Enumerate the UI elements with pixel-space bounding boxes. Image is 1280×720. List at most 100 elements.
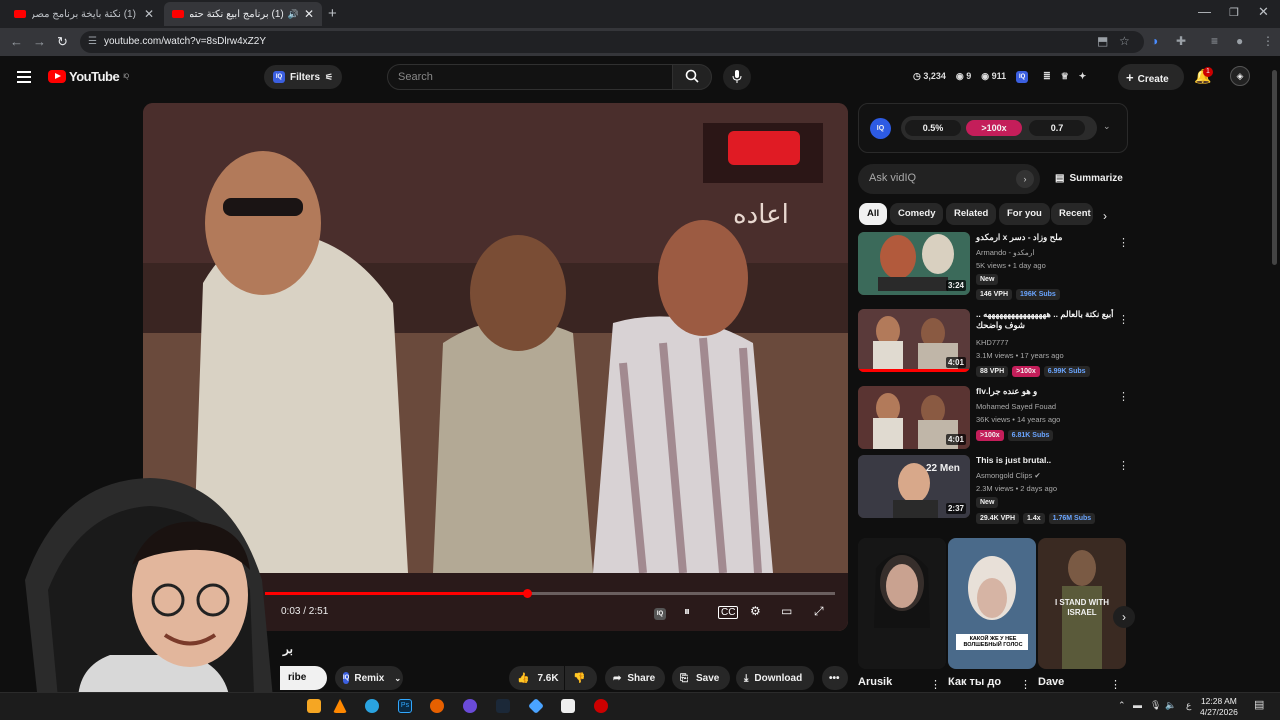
- vidiq-player-icon[interactable]: IQ: [654, 604, 671, 620]
- forward-icon[interactable]: →: [33, 34, 46, 49]
- reload-icon[interactable]: ↻: [57, 34, 68, 50]
- video-title[interactable]: أبيع نكتة بالعالم .. ههههههههههههههههه .…: [976, 309, 1116, 331]
- summarize-button[interactable]: ▤ Summarize: [1055, 173, 1123, 184]
- video-thumbnail[interactable]: 3:24: [858, 232, 970, 295]
- seek-bar[interactable]: [265, 589, 835, 598]
- vidiq-icon[interactable]: IQ: [1016, 71, 1029, 83]
- vidiq-metric[interactable]: 0.7: [1029, 120, 1085, 136]
- restore-icon[interactable]: ❐: [1229, 6, 1239, 19]
- chip-scroll-right-icon[interactable]: ›: [1103, 209, 1107, 223]
- magic-icon[interactable]: ✦: [1079, 71, 1087, 83]
- vidiq-metric[interactable]: 0.5%: [905, 120, 961, 136]
- steam-icon[interactable]: [496, 699, 510, 713]
- fullscreen-icon[interactable]: ⤢: [814, 604, 824, 619]
- short-title[interactable]: Dave: [1038, 676, 1064, 688]
- firefox-icon[interactable]: [430, 699, 444, 713]
- channel-name[interactable]: Mohamed Sayed Fouad: [976, 402, 1056, 411]
- short-title[interactable]: Как ты до: [948, 676, 1001, 688]
- save-button[interactable]: ⎘ Save: [672, 666, 730, 690]
- more-actions-button[interactable]: •••: [822, 666, 848, 690]
- list-item[interactable]: 3:24 ملح وزاد - دسر x ارمكدو Armando - ا…: [858, 232, 1129, 300]
- share-button[interactable]: ➦ Share: [605, 666, 665, 690]
- chip-comedy[interactable]: Comedy: [890, 203, 944, 225]
- vidiq-logo-icon[interactable]: IQ: [870, 118, 891, 139]
- microphone-tray-icon[interactable]: 🎙: [1150, 700, 1161, 711]
- page-scrollbar[interactable]: [1272, 70, 1277, 265]
- app-icon[interactable]: [307, 699, 321, 713]
- short-thumbnail[interactable]: [858, 538, 946, 669]
- address-bar[interactable]: ☰ youtube.com/watch?v=8sDlrw4xZ2Y: [80, 31, 1144, 53]
- volume-icon[interactable]: 🔈: [1165, 700, 1176, 711]
- chip-all[interactable]: All: [859, 203, 888, 225]
- channel-name[interactable]: Armando - ارمكدو: [976, 248, 1035, 257]
- telegram-icon[interactable]: [365, 699, 379, 713]
- browser-tab[interactable]: (1) نكتة بايخة برنامج مصري - ube ✕: [6, 2, 162, 26]
- pause-icon[interactable]: ⏸: [684, 604, 690, 619]
- video-title[interactable]: ملح وزاد - دسر x ارمكدو: [976, 232, 1116, 243]
- shorts-next-icon[interactable]: ›: [1113, 606, 1135, 628]
- new-tab-button[interactable]: +: [328, 5, 337, 22]
- download-button[interactable]: ⤓ Download: [736, 666, 814, 690]
- network-icon[interactable]: ▬: [1133, 700, 1142, 710]
- notification-center-icon[interactable]: ▤: [1254, 698, 1264, 711]
- short-thumbnail[interactable]: I STAND WITH ISRAEL: [1038, 538, 1126, 669]
- taskbar-clock[interactable]: 12:28 AM 4/27/2026: [1200, 696, 1238, 718]
- expand-chevron-icon[interactable]: ⌄: [1103, 121, 1111, 132]
- video-title[interactable]: This is just brutal..: [976, 455, 1116, 466]
- chip-for-you[interactable]: For you: [999, 203, 1050, 225]
- close-tab-icon[interactable]: ✕: [304, 7, 314, 21]
- youtube-logo[interactable]: YouTube IQ: [48, 69, 129, 84]
- audio-playing-icon[interactable]: 🔊: [288, 9, 299, 20]
- extension-icon[interactable]: ◑: [1151, 34, 1158, 48]
- dislike-button[interactable]: 👎: [565, 666, 597, 690]
- install-app-icon[interactable]: ⬒: [1097, 34, 1108, 48]
- browser-tab-active[interactable]: (1) برنامج ابيع نكتة حتموت مر 🔊 ✕: [164, 2, 322, 26]
- profile-icon[interactable]: ●: [1236, 34, 1243, 48]
- more-vertical-icon[interactable]: ⋮: [1118, 236, 1129, 249]
- video-thumbnail[interactable]: 4:01: [858, 309, 970, 372]
- more-vertical-icon[interactable]: ⋮: [1118, 313, 1129, 326]
- obs-icon[interactable]: [594, 699, 608, 713]
- discord-icon[interactable]: [463, 699, 477, 713]
- chip-recent[interactable]: Recent: [1051, 203, 1093, 225]
- video-thumbnail[interactable]: 4:01: [858, 386, 970, 449]
- avatar[interactable]: ◈: [1230, 66, 1250, 86]
- back-icon[interactable]: ←: [10, 34, 23, 49]
- chip-related[interactable]: Related: [946, 203, 997, 225]
- close-tab-icon[interactable]: ✕: [144, 7, 154, 21]
- more-vertical-icon[interactable]: ⋮: [1118, 390, 1129, 403]
- more-vertical-icon[interactable]: ⋮: [1118, 459, 1129, 472]
- more-vertical-icon[interactable]: ⋮: [930, 678, 941, 691]
- reading-list-icon[interactable]: ≡: [1211, 34, 1218, 48]
- remix-button[interactable]: IQ Remix ⌄: [335, 666, 403, 690]
- list-icon[interactable]: ≣: [1043, 71, 1051, 83]
- list-item[interactable]: 22 Men 2:37 This is just brutal.. Asmong…: [858, 455, 1129, 524]
- ask-submit-icon[interactable]: ›: [1016, 170, 1034, 188]
- search-button[interactable]: [672, 64, 712, 90]
- ask-vidiq-input[interactable]: Ask vidIQ: [858, 164, 1040, 194]
- bookmark-star-icon[interactable]: ☆: [1119, 34, 1130, 48]
- trophy-icon[interactable]: ♕: [1061, 71, 1069, 83]
- hamburger-menu-icon[interactable]: [17, 71, 31, 86]
- site-info-icon[interactable]: ☰: [88, 36, 97, 47]
- extensions-puzzle-icon[interactable]: ✚: [1176, 34, 1186, 48]
- captions-icon[interactable]: CC: [718, 606, 739, 619]
- vidiq-filters-button[interactable]: IQ Filters ⚟: [264, 65, 343, 89]
- more-vertical-icon[interactable]: ⋮: [1020, 678, 1031, 691]
- theater-mode-icon[interactable]: ▭: [781, 604, 792, 618]
- more-vertical-icon[interactable]: ⋮: [1110, 678, 1121, 691]
- video-title[interactable]: و هو عنده جرا.flv: [976, 386, 1116, 397]
- list-item[interactable]: 4:01 أبيع نكتة بالعالم .. هههههههههههههه…: [858, 309, 1129, 377]
- video-thumbnail[interactable]: 22 Men 2:37: [858, 455, 970, 518]
- create-button[interactable]: + Create: [1118, 64, 1184, 90]
- photoshop-icon[interactable]: Ps: [398, 699, 412, 713]
- subscribe-button[interactable]: ribe: [280, 666, 327, 690]
- settings-gear-icon[interactable]: ⚙: [750, 604, 761, 618]
- input-language[interactable]: ع: [1186, 700, 1191, 711]
- list-item[interactable]: 4:01 و هو عنده جرا.flv Mohamed Sayed Fou…: [858, 386, 1129, 454]
- channel-name[interactable]: Asmongold Clips ✔: [976, 471, 1041, 480]
- tray-overflow-icon[interactable]: ⌃: [1118, 700, 1126, 711]
- capcut-icon[interactable]: [561, 699, 575, 713]
- short-thumbnail[interactable]: КАКОЙ ЖЕ У НЕЕ ВОЛШЕБНЫЙ ГОЛОС: [948, 538, 1036, 669]
- close-window-icon[interactable]: ✕: [1258, 4, 1269, 20]
